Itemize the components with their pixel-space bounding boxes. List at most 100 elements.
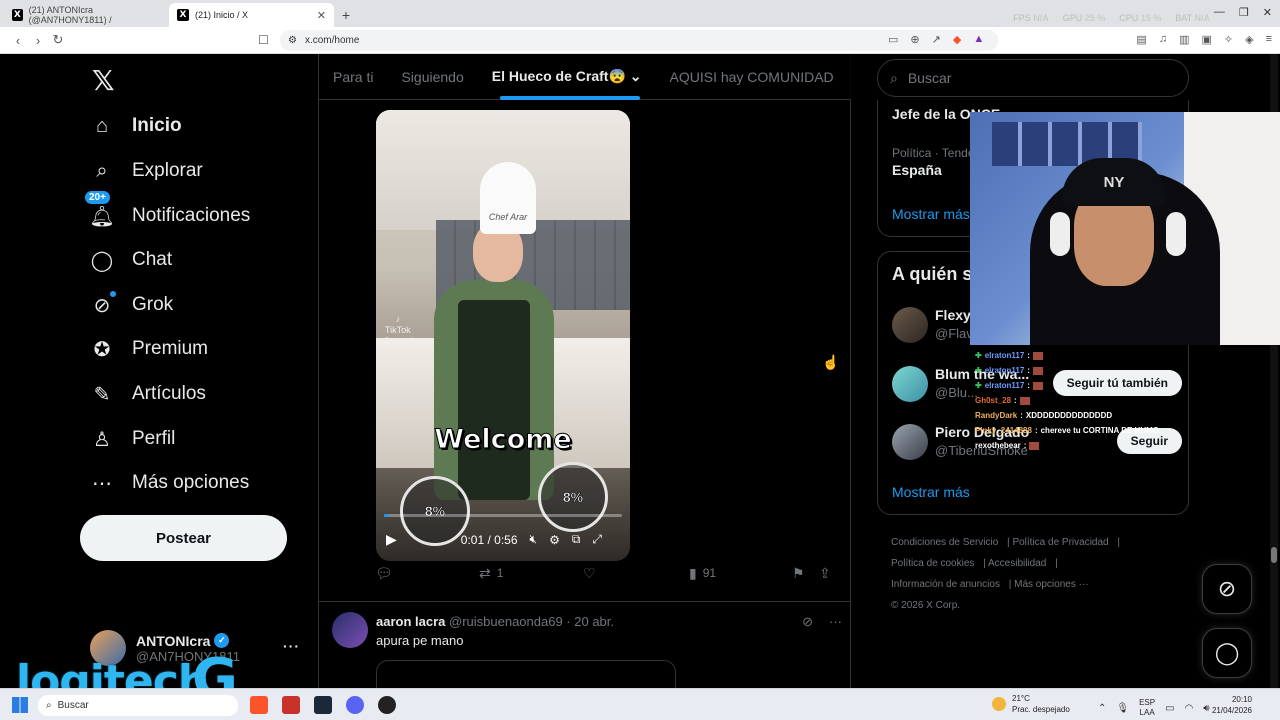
new-tab-button[interactable]: + (334, 3, 358, 27)
vpn-icon[interactable]: ◈ (1245, 33, 1253, 46)
nav-label: Chat (132, 249, 173, 270)
sidebar-icon[interactable]: ▤ (1136, 33, 1146, 46)
browser-tab[interactable]: X (21) ANTONIcra (@AN7HONY1811) / (4, 3, 169, 27)
more-icon[interactable]: ··· (829, 614, 842, 630)
account-more-icon[interactable]: ··· (283, 638, 300, 654)
tweet-author-name[interactable]: aaron lacra (376, 614, 445, 629)
system-tray: ⌃ 🎙︎ ESP LAA ▭ ◠ 🔊︎ (1098, 698, 1210, 718)
tab-siguiendo[interactable]: Siguiendo (387, 54, 477, 100)
nav-item-chat[interactable]: ◯ Chat (90, 248, 172, 272)
restore-button[interactable]: ❐ (1239, 6, 1249, 19)
reply-button[interactable]: 💬︎ (375, 565, 399, 582)
footer-link[interactable]: Política de cookies (891, 558, 974, 569)
post-button[interactable]: Postear (80, 515, 287, 561)
chevron-up-icon[interactable]: ⌃ (1098, 703, 1106, 714)
video-progress-bar[interactable] (384, 514, 622, 517)
nav-item-articulos[interactable]: ✎ Artículos (90, 382, 206, 406)
show-more-link[interactable]: Mostrar más (892, 484, 970, 500)
reader-icon[interactable]: ▥ (1179, 33, 1189, 46)
footer-link[interactable]: Política de Privacidad (1012, 537, 1108, 548)
bookmark-button[interactable]: ⚑ (792, 565, 805, 582)
scrollbar-thumb[interactable] (1271, 547, 1277, 563)
tab-para-ti[interactable]: Para ti (319, 54, 387, 100)
tab-el-hueco-de-craft[interactable]: El Hueco de Craft😨 ⌄ (478, 54, 656, 100)
close-tab-icon[interactable]: ✕ (317, 9, 326, 22)
reply-icon: 💬︎ (375, 564, 393, 581)
avatar[interactable] (332, 612, 368, 648)
show-more-link[interactable]: Mostrar más (892, 206, 970, 222)
zoom-icon[interactable]: ⊕ (910, 33, 919, 46)
cast-icon[interactable]: ▭ (888, 33, 898, 46)
language-indicator[interactable]: ESP LAA (1139, 698, 1155, 718)
share-icon[interactable]: ↗ (932, 33, 941, 46)
minimize-button[interactable]: — (1214, 6, 1225, 19)
x-logo-icon[interactable]: 𝕏 (92, 64, 115, 97)
nav-item-grok[interactable]: ⊘ Grok (90, 291, 173, 317)
wallet-icon[interactable]: ▣ (1201, 33, 1211, 46)
browser-tab-active[interactable]: X (21) Inicio / X ✕ (169, 3, 334, 27)
verified-badge-icon: ✓ (214, 633, 230, 648)
bookmark-icon[interactable]: ☐ (258, 33, 269, 47)
search-icon: ⌕ (890, 69, 898, 86)
app-icon[interactable] (282, 696, 300, 714)
music-icon[interactable]: ♫ (1159, 33, 1167, 46)
video-player[interactable]: Chef Arar ♪ TikTok @ararvl Welcome 8% 8%… (376, 110, 630, 561)
views-button[interactable]: ▮ 91 (689, 565, 716, 582)
weather-widget[interactable]: 21°C Prac. despejado (992, 693, 1070, 715)
wifi-icon[interactable]: ◠ (1185, 703, 1194, 714)
tweet-media[interactable] (376, 660, 676, 690)
mute-icon[interactable]: 🔇︎ (530, 532, 538, 547)
close-window-button[interactable]: ✕ (1263, 6, 1272, 19)
volume-icon[interactable]: 🔊︎ (1203, 703, 1209, 714)
settings-icon[interactable]: ⚙ (549, 533, 560, 547)
windows-start-icon[interactable] (12, 697, 28, 713)
tweet-author-handle[interactable]: @ruisbuenaonda69 (449, 614, 563, 629)
site-info-icon[interactable]: ⚙ (288, 35, 297, 46)
taskbar-clock[interactable]: 20:10 21/04/2026 (1212, 694, 1252, 716)
tab-aquisi-hay-comunidad[interactable]: AQUISI hay COMUNIDAD (656, 54, 848, 100)
address-bar: ‹ › ↻ ☐ ⚙ x.com/home ▭ ⊕ ↗ ◆ ▲ ▤ ♫ ▥ ▣ ✧… (0, 27, 1280, 54)
mic-icon[interactable]: 🎙︎ (1116, 703, 1129, 714)
monitor-icon[interactable]: ▭ (1165, 703, 1174, 714)
repost-button[interactable]: ⇄ 1 (479, 565, 503, 582)
footer-link[interactable]: Accesibilidad (988, 558, 1046, 569)
webcam-overlay: NY (970, 112, 1280, 345)
nav-item-explorar[interactable]: ⌕ Explorar (90, 159, 202, 183)
grok-icon[interactable]: ⊘ (802, 614, 813, 630)
like-button[interactable]: ♡ (583, 565, 602, 582)
nav-item-mas-opciones[interactable]: ⋯ Más opciones (90, 471, 249, 495)
brave-shields-icon[interactable]: ◆ (953, 33, 961, 46)
taskbar-search[interactable]: ⌕ Buscar (38, 695, 238, 716)
windows-taskbar: ⌕ Buscar 21°C Prac. despejado ⌃ 🎙︎ ESP LA… (0, 688, 1280, 720)
reload-icon[interactable]: ↻ (48, 32, 68, 48)
video-time: 0:01 / 0:56 (460, 532, 518, 547)
footer-link[interactable]: Condiciones de Servicio (891, 537, 998, 548)
discord-app-icon[interactable] (346, 696, 364, 714)
back-icon[interactable]: ‹ (8, 33, 28, 48)
obs-app-icon[interactable] (378, 696, 396, 714)
trend-item[interactable]: España (892, 162, 942, 178)
menu-icon[interactable]: ≡ (1266, 33, 1272, 46)
pip-icon[interactable]: ⧉ (572, 532, 581, 547)
steam-app-icon[interactable] (314, 696, 332, 714)
leo-icon[interactable]: ✧ (1224, 33, 1233, 46)
more-icon: ⋯ (92, 472, 112, 495)
brave-rewards-icon[interactable]: ▲ (973, 33, 984, 46)
nav-item-premium[interactable]: ✪ Premium (90, 337, 208, 361)
footer-link[interactable]: Información de anuncios (891, 579, 1000, 590)
forward-icon[interactable]: › (28, 33, 48, 48)
brave-app-icon[interactable] (250, 696, 268, 714)
nav-item-inicio[interactable]: ⌂ Inicio (90, 114, 182, 138)
nav-item-perfil[interactable]: ♙ Perfil (90, 427, 175, 451)
chat-message: ✚ elraton117 : (975, 363, 1175, 378)
play-icon[interactable]: ▶ (386, 531, 397, 548)
chat-fab-button[interactable]: ◯ (1202, 628, 1252, 678)
search-input[interactable]: ⌕ Buscar (877, 59, 1189, 97)
fullscreen-icon[interactable]: ⤢ (592, 532, 602, 547)
grok-fab-button[interactable]: ⊘ (1202, 564, 1252, 614)
share-button[interactable]: ⇪ (819, 565, 831, 582)
chevron-down-icon[interactable]: ⌄ (630, 68, 642, 85)
footer-link[interactable]: Más opciones ··· (1014, 579, 1088, 590)
nav-item-notificaciones[interactable]: 🔔︎ 20+ Notificaciones (84, 190, 250, 228)
tweet-date[interactable]: 20 abr. (574, 614, 614, 629)
